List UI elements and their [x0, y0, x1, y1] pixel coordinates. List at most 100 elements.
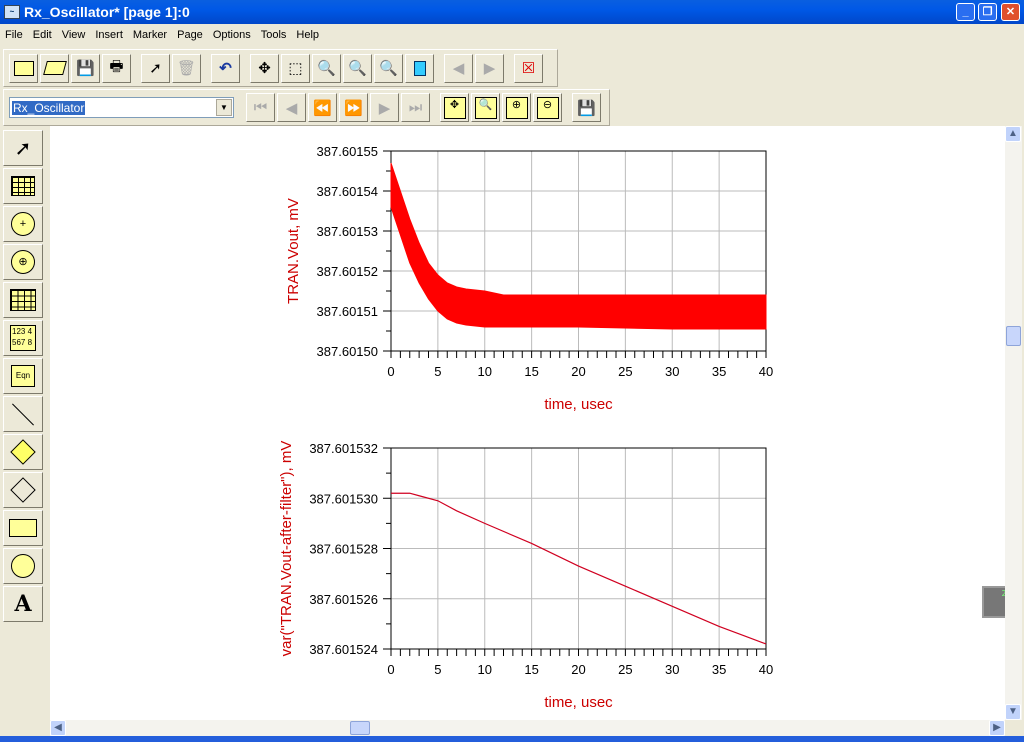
smith-chart-icon: ⊕	[11, 250, 35, 274]
menu-marker[interactable]: Marker	[128, 29, 172, 41]
next-button[interactable]: ▶	[475, 53, 504, 83]
text-icon: A	[14, 591, 32, 617]
last-icon: ⏭	[408, 99, 423, 116]
open-button[interactable]	[40, 53, 69, 83]
menu-bar: File Edit View Insert Marker Page Option…	[0, 26, 1024, 44]
polar-plot-tool[interactable]: +	[3, 206, 43, 242]
rectangular-plot-tool[interactable]	[3, 168, 43, 204]
secondary-toolbar: Rx_Oscillator ▼ ⏮ ◀ ⏪ ⏩ ▶ ⏭ ✥ 🔍 ⊕ ⊖ 💾	[3, 89, 610, 126]
auto-scale-button[interactable]: ✥	[440, 93, 469, 122]
main-toolbar: 💾 🖶 ➚ 🗑 ↶ ✥ ⬚ 🔍 🔍 🔍 ◀ ▶ ☒	[3, 49, 558, 87]
menu-options[interactable]: Options	[208, 29, 256, 41]
circle-tool[interactable]	[3, 548, 43, 584]
new-folder-icon	[13, 60, 34, 76]
menu-file[interactable]: File	[0, 29, 28, 41]
polar-icon: +	[11, 212, 35, 236]
zoom-out-button[interactable]: 🔍	[343, 53, 372, 83]
rectangle-tool[interactable]	[3, 510, 43, 546]
zoom-in-button[interactable]: 🔍	[312, 53, 341, 83]
first-button[interactable]: ⏮	[246, 93, 275, 122]
horizontal-scroll-thumb[interactable]	[350, 721, 370, 735]
minimize-button[interactable]: _	[956, 3, 975, 21]
line-icon	[12, 403, 34, 425]
menu-view[interactable]: View	[57, 29, 91, 41]
zoom-area-icon: ⬚	[288, 60, 303, 77]
step-forward-button[interactable]: ▶	[370, 93, 399, 122]
trash-icon: 🗑	[176, 60, 197, 77]
move-arrows-icon: ✥	[258, 60, 271, 77]
equation-icon: Eqn	[11, 365, 35, 387]
undo-button[interactable]: ↶	[211, 53, 240, 83]
zoom-1-button[interactable]: 🔍	[374, 53, 403, 83]
scroll-up-icon[interactable]: ▲	[1005, 126, 1021, 142]
list-tool[interactable]: 123 4 567 8	[3, 320, 43, 356]
save-button[interactable]: 💾	[71, 53, 100, 83]
menu-help[interactable]: Help	[291, 29, 324, 41]
title-bar: ~ Rx_Oscillator* [page 1]:0 _ ❐ ✕	[0, 0, 1024, 24]
app-icon: ~	[4, 5, 20, 19]
plot-zoom-in-icon: ⊕	[505, 96, 528, 119]
left-arrow-icon: ◀	[452, 60, 465, 77]
menu-insert[interactable]: Insert	[90, 29, 128, 41]
floppy-icon: 💾	[76, 60, 95, 77]
plot-zoom-in-button[interactable]: ⊕	[502, 93, 531, 122]
zoom-1-icon: 🔍	[379, 60, 398, 77]
stop-button[interactable]: ☒	[514, 53, 543, 83]
grid-icon	[11, 176, 35, 196]
line-tool[interactable]	[3, 396, 43, 432]
equation-tool[interactable]: Eqn	[3, 358, 43, 394]
right-arrow-icon: ▶	[483, 60, 496, 77]
smith-chart-tool[interactable]: ⊕	[3, 244, 43, 280]
vertical-scroll-thumb[interactable]	[1006, 326, 1021, 346]
rewind-icon: ⏪	[313, 99, 332, 117]
scroll-right-icon[interactable]: ▶	[989, 720, 1005, 736]
select-button[interactable]: ➚	[141, 53, 170, 83]
chevron-down-icon[interactable]: ▼	[216, 99, 232, 116]
last-button[interactable]: ⏭	[401, 93, 430, 122]
stacked-grid-icon	[10, 289, 36, 311]
window-title: Rx_Oscillator* [page 1]:0	[24, 4, 190, 20]
first-icon: ⏮	[253, 99, 268, 116]
redraw-button[interactable]	[405, 53, 434, 83]
window-select-dropdown[interactable]: Rx_Oscillator ▼	[9, 97, 234, 118]
menu-edit[interactable]: Edit	[28, 29, 57, 41]
horizontal-scrollbar[interactable]: ◀ ▶	[50, 720, 1005, 736]
restore-button[interactable]: ❐	[978, 3, 997, 21]
select-tool[interactable]: ➚	[3, 130, 43, 166]
prev-button[interactable]: ◀	[444, 53, 473, 83]
polyline-tool[interactable]	[3, 434, 43, 470]
vertical-scrollbar[interactable]: ▲ ▼	[1005, 126, 1022, 720]
export-button[interactable]: 💾	[572, 93, 601, 122]
open-folder-icon	[42, 61, 67, 75]
step-back-button[interactable]: ◀	[277, 93, 306, 122]
undo-icon: ↶	[219, 60, 232, 77]
close-button[interactable]: ✕	[1001, 3, 1020, 21]
pan-button[interactable]: ✥	[250, 53, 279, 83]
delete-button[interactable]: 🗑	[172, 53, 201, 83]
step-back-icon: ◀	[285, 99, 298, 117]
taskbar	[0, 736, 1024, 742]
printer-icon: 🖶	[109, 57, 124, 75]
rewind-button[interactable]: ⏪	[308, 93, 337, 122]
scroll-down-icon[interactable]: ▼	[1005, 704, 1021, 720]
menu-tools[interactable]: Tools	[256, 29, 292, 41]
zoom-area-button[interactable]: ⬚	[281, 53, 310, 83]
stacked-plot-tool[interactable]	[3, 282, 43, 318]
polygon-tool[interactable]	[3, 472, 43, 508]
text-tool[interactable]: A	[3, 586, 43, 622]
print-button[interactable]: 🖶	[102, 53, 131, 83]
filled-polygon-icon	[10, 439, 36, 465]
menu-page[interactable]: Page	[172, 29, 208, 41]
forward-button[interactable]: ⏩	[339, 93, 368, 122]
data-table-icon: 123 4 567 8	[10, 325, 36, 351]
plot-canvas[interactable]	[50, 126, 1005, 720]
rectangle-icon	[9, 519, 37, 537]
new-button[interactable]	[9, 53, 38, 83]
step-forward-icon: ▶	[378, 99, 391, 117]
plot-zoom-button[interactable]: 🔍	[471, 93, 500, 122]
zoom-in-icon: 🔍	[317, 60, 336, 77]
plot-zoom-out-button[interactable]: ⊖	[533, 93, 562, 122]
polygon-icon	[10, 477, 36, 503]
dropdown-value: Rx_Oscillator	[12, 101, 86, 115]
scroll-left-icon[interactable]: ◀	[50, 720, 66, 736]
